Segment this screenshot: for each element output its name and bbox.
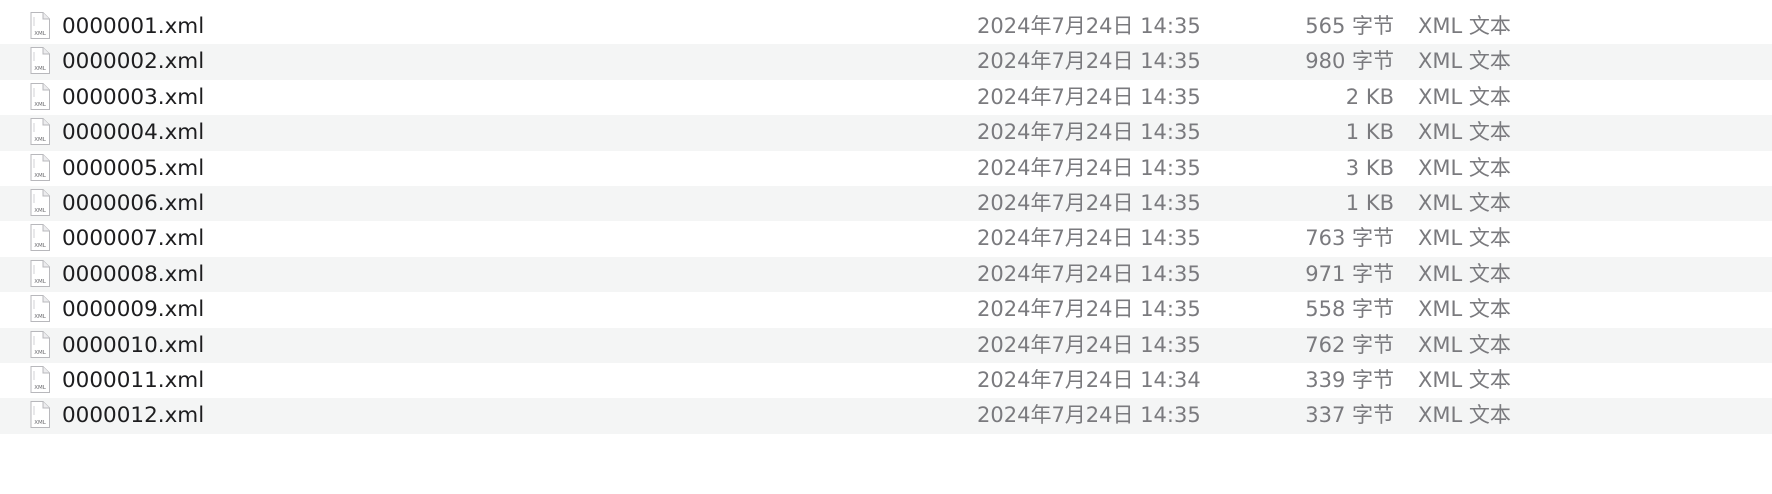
file-size: 339 字节 <box>1305 367 1394 392</box>
file-name[interactable]: 0000005.xml <box>62 151 204 186</box>
xml-file-icon: XML <box>30 188 50 216</box>
file-row[interactable]: XML 0000008.xml 2024年7月24日 14:35 971 字节 … <box>0 256 1772 293</box>
file-kind: XML 文本 <box>1418 403 1511 428</box>
file-kind: XML 文本 <box>1418 84 1511 109</box>
file-name[interactable]: 0000009.xml <box>62 292 204 327</box>
file-date: 2024年7月24日 14:35 <box>977 14 1201 38</box>
xml-file-icon: XML <box>30 118 50 146</box>
xml-file-icon: XML <box>30 365 50 393</box>
svg-text:XML: XML <box>34 137 47 143</box>
svg-text:XML: XML <box>34 31 47 37</box>
file-row[interactable]: XML 0000011.xml 2024年7月24日 14:34 339 字节 … <box>0 363 1772 398</box>
file-size: 2 KB <box>1345 84 1394 109</box>
file-name[interactable]: 0000007.xml <box>62 221 204 256</box>
file-name[interactable]: 0000008.xml <box>62 257 204 292</box>
svg-text:XML: XML <box>34 350 47 356</box>
file-date: 2024年7月24日 14:35 <box>977 261 1201 286</box>
file-name[interactable]: 0000004.xml <box>62 115 204 150</box>
xml-file-icon: XML <box>30 47 50 75</box>
file-size: 980 字节 <box>1305 49 1394 74</box>
file-kind: XML 文本 <box>1418 120 1511 145</box>
file-size: 1 KB <box>1345 120 1394 145</box>
file-size: 763 字节 <box>1305 226 1394 251</box>
svg-text:XML: XML <box>34 420 47 426</box>
file-date: 2024年7月24日 14:35 <box>977 190 1201 215</box>
file-row[interactable]: XML 0000001.xml 2024年7月24日 14:35 565 字节 … <box>0 9 1772 44</box>
file-kind: XML 文本 <box>1418 14 1511 38</box>
svg-text:XML: XML <box>34 66 47 72</box>
xml-file-icon: XML <box>30 82 50 110</box>
file-row[interactable]: XML 0000002.xml 2024年7月24日 14:35 980 字节 … <box>0 44 1772 80</box>
file-kind: XML 文本 <box>1418 155 1511 180</box>
file-date: 2024年7月24日 14:34 <box>977 367 1201 392</box>
file-row[interactable]: XML 0000010.xml 2024年7月24日 14:35 762 字节 … <box>0 327 1772 363</box>
file-name[interactable]: 0000001.xml <box>62 9 204 44</box>
svg-text:XML: XML <box>34 385 47 391</box>
file-kind: XML 文本 <box>1418 332 1511 357</box>
file-row[interactable]: XML 0000005.xml 2024年7月24日 14:35 3 KB XM… <box>0 151 1772 186</box>
file-date: 2024年7月24日 14:35 <box>977 84 1201 109</box>
svg-text:XML: XML <box>34 314 47 320</box>
svg-text:XML: XML <box>34 279 47 285</box>
file-date: 2024年7月24日 14:35 <box>977 120 1201 145</box>
file-list: XML 0000001.xml 2024年7月24日 14:35 565 字节 … <box>0 9 1772 434</box>
file-kind: XML 文本 <box>1418 226 1511 251</box>
file-date: 2024年7月24日 14:35 <box>977 403 1201 428</box>
file-size: 762 字节 <box>1305 332 1394 357</box>
file-row[interactable]: XML 0000003.xml 2024年7月24日 14:35 2 KB XM… <box>0 80 1772 115</box>
file-date: 2024年7月24日 14:35 <box>977 226 1201 251</box>
file-name[interactable]: 0000002.xml <box>62 44 204 79</box>
xml-file-icon: XML <box>30 259 50 287</box>
file-size: 558 字节 <box>1305 297 1394 322</box>
file-kind: XML 文本 <box>1418 297 1511 322</box>
svg-text:XML: XML <box>34 102 47 108</box>
xml-file-icon: XML <box>30 295 50 323</box>
file-name[interactable]: 0000011.xml <box>62 363 204 398</box>
xml-file-icon: XML <box>30 153 50 181</box>
file-size: 565 字节 <box>1305 14 1394 38</box>
file-name[interactable]: 0000012.xml <box>62 398 204 433</box>
file-row[interactable]: XML 0000012.xml 2024年7月24日 14:35 337 字节 … <box>0 398 1772 434</box>
file-kind: XML 文本 <box>1418 49 1511 74</box>
svg-text:XML: XML <box>34 208 47 214</box>
xml-file-icon: XML <box>30 330 50 358</box>
file-date: 2024年7月24日 14:35 <box>977 155 1201 180</box>
file-name[interactable]: 0000010.xml <box>62 328 204 363</box>
file-size: 3 KB <box>1345 155 1394 180</box>
file-kind: XML 文本 <box>1418 190 1511 215</box>
xml-file-icon: XML <box>30 12 50 39</box>
file-size: 1 KB <box>1345 190 1394 215</box>
file-row[interactable]: XML 0000006.xml 2024年7月24日 14:35 1 KB XM… <box>0 185 1772 222</box>
xml-file-icon: XML <box>30 224 50 252</box>
svg-text:XML: XML <box>34 243 47 249</box>
file-date: 2024年7月24日 14:35 <box>977 297 1201 322</box>
svg-text:XML: XML <box>34 173 47 179</box>
file-row[interactable]: XML 0000009.xml 2024年7月24日 14:35 558 字节 … <box>0 292 1772 327</box>
file-kind: XML 文本 <box>1418 261 1511 286</box>
file-date: 2024年7月24日 14:35 <box>977 49 1201 74</box>
file-name[interactable]: 0000006.xml <box>62 186 204 221</box>
file-size: 337 字节 <box>1305 403 1394 428</box>
file-size: 971 字节 <box>1305 261 1394 286</box>
file-date: 2024年7月24日 14:35 <box>977 332 1201 357</box>
file-kind: XML 文本 <box>1418 367 1511 392</box>
file-row[interactable]: XML 0000004.xml 2024年7月24日 14:35 1 KB XM… <box>0 115 1772 151</box>
file-row[interactable]: XML 0000007.xml 2024年7月24日 14:35 763 字节 … <box>0 221 1772 256</box>
file-name[interactable]: 0000003.xml <box>62 80 204 115</box>
xml-file-icon: XML <box>30 401 50 429</box>
